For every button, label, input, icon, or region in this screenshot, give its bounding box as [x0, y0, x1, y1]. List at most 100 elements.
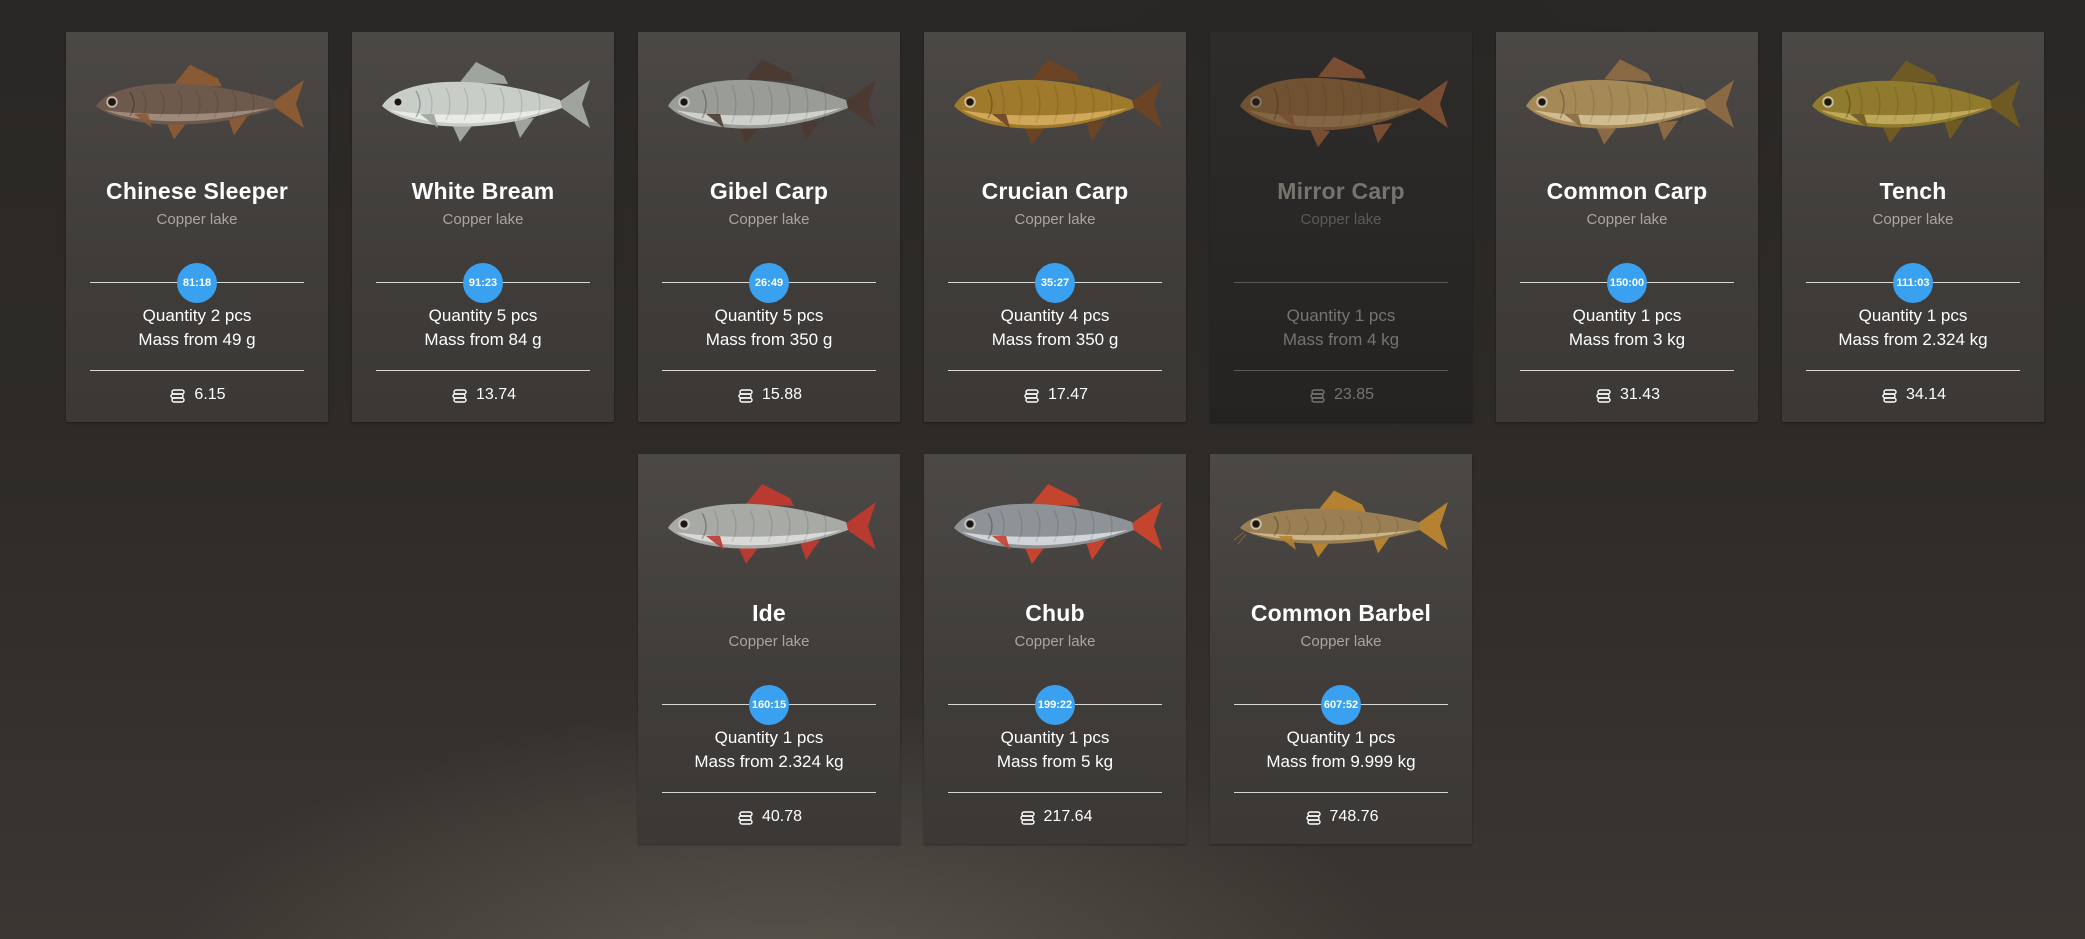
- price-row: 17.47: [924, 386, 1186, 404]
- crucian-carp-fish-icon: [940, 52, 1170, 152]
- fish-card[interactable]: Chinese Sleeper Copper lake 81:18 Quantity …: [66, 32, 328, 422]
- fish-name: Common Carp: [1546, 178, 1708, 204]
- price-divider: [376, 370, 590, 371]
- fish-location: Copper lake: [728, 633, 810, 650]
- fish-card[interactable]: White Bream Copper lake 91:23 Quantity 5 pc…: [352, 32, 614, 422]
- timer-badge: 35:27: [1035, 263, 1075, 303]
- price-divider: [1234, 792, 1448, 793]
- fish-price: 748.76: [1329, 808, 1379, 825]
- timer-badge: 81:18: [177, 263, 217, 303]
- fish-card[interactable]: Tench Copper lake 111:03 Quantity 1 pcs Mass…: [1782, 32, 2044, 422]
- price-row: 34.14: [1782, 386, 2044, 404]
- fish-location: Copper lake: [1014, 211, 1096, 228]
- fish-card[interactable]: Mirror Carp Copper lake Quantity 1 pcs Mass…: [1210, 32, 1472, 422]
- coin-stack-icon: [450, 387, 468, 403]
- fish-location: Copper lake: [1586, 211, 1668, 228]
- common-barbel-fish-icon: [1226, 474, 1456, 574]
- fish-location: Copper lake: [1014, 633, 1096, 650]
- fish-price: 6.15: [194, 386, 226, 403]
- fish-price: 15.88: [761, 386, 803, 403]
- price-divider: [1234, 370, 1448, 371]
- fish-mass: Mass from 4 kg: [1282, 330, 1400, 349]
- price-divider: [948, 792, 1162, 793]
- coin-stack-icon: [736, 387, 754, 403]
- mirror-carp-fish-icon: [1226, 52, 1456, 152]
- fish-quantity: Quantity 1 pcs: [1286, 728, 1396, 747]
- fish-quantity: Quantity 4 pcs: [1000, 306, 1110, 325]
- fish-card[interactable]: Crucian Carp Copper lake 35:27 Quantity 4 p…: [924, 32, 1186, 422]
- fish-name: Common Barbel: [1250, 600, 1432, 626]
- fish-card[interactable]: Ide Copper lake 160:15 Quantity 1 pcs Mass f…: [638, 454, 900, 844]
- fish-price: 17.47: [1047, 386, 1089, 403]
- timer-badge: 150:00: [1607, 263, 1647, 303]
- fish-card-grid: Chinese Sleeper Copper lake 81:18 Quantity …: [0, 0, 2085, 939]
- fish-mass: Mass from 350 g: [705, 330, 833, 349]
- fish-location: Copper lake: [728, 211, 810, 228]
- price-row: 748.76: [1210, 808, 1472, 826]
- fish-mass: Mass from 5 kg: [996, 752, 1114, 771]
- fish-location: Copper lake: [1872, 211, 1954, 228]
- coin-stack-icon: [1022, 387, 1040, 403]
- fish-name: Crucian Carp: [981, 178, 1129, 204]
- fish-card[interactable]: Common Carp Copper lake 150:00 Quantity 1 p…: [1496, 32, 1758, 422]
- fish-mass: Mass from 9.999 kg: [1266, 752, 1416, 771]
- fish-quantity: Quantity 1 pcs: [714, 728, 824, 747]
- fish-name: Chub: [1025, 600, 1085, 626]
- fish-location: Copper lake: [442, 211, 524, 228]
- fish-price: 217.64: [1043, 808, 1093, 825]
- fish-location: Copper lake: [1300, 633, 1382, 650]
- price-row: 6.15: [66, 386, 328, 404]
- fish-quantity: Quantity 1 pcs: [1286, 306, 1396, 325]
- fish-name: Mirror Carp: [1277, 178, 1405, 204]
- timer-badge: 26:49: [749, 263, 789, 303]
- fish-price: 40.78: [761, 808, 803, 825]
- fish-mass: Mass from 350 g: [991, 330, 1119, 349]
- white-bream-fish-icon: [368, 52, 598, 152]
- fish-quantity: Quantity 5 pcs: [428, 306, 538, 325]
- fish-mass: Mass from 49 g: [138, 330, 256, 349]
- fish-name: Chinese Sleeper: [106, 178, 288, 204]
- price-divider: [1806, 370, 2020, 371]
- fish-name: Gibel Carp: [709, 178, 829, 204]
- fish-card[interactable]: Chub Copper lake 199:22 Quantity 1 pcs Mass …: [924, 454, 1186, 844]
- fish-mass: Mass from 3 kg: [1568, 330, 1686, 349]
- common-carp-fish-icon: [1512, 52, 1742, 152]
- price-row: 31.43: [1496, 386, 1758, 404]
- coin-stack-icon: [736, 809, 754, 825]
- fish-mass: Mass from 2.324 kg: [694, 752, 844, 771]
- fish-quantity: Quantity 1 pcs: [1572, 306, 1682, 325]
- fish-price: 13.74: [475, 386, 517, 403]
- timer-divider: [1234, 282, 1448, 283]
- fish-name: Ide: [752, 600, 786, 626]
- fish-name: Tench: [1879, 178, 1947, 204]
- fish-quantity: Quantity 5 pcs: [714, 306, 824, 325]
- fish-quantity: Quantity 1 pcs: [1858, 306, 1968, 325]
- coin-stack-icon: [1304, 809, 1322, 825]
- price-divider: [662, 370, 876, 371]
- chub-fish-icon: [940, 474, 1170, 574]
- fish-price: 34.14: [1905, 386, 1947, 403]
- fish-price: 31.43: [1619, 386, 1661, 403]
- price-row: 13.74: [352, 386, 614, 404]
- fish-location: Copper lake: [1300, 211, 1382, 228]
- fish-name: White Bream: [411, 178, 555, 204]
- price-divider: [1520, 370, 1734, 371]
- fish-quantity: Quantity 1 pcs: [1000, 728, 1110, 747]
- fish-card[interactable]: Gibel Carp Copper lake 26:49 Quantity 5 pcs…: [638, 32, 900, 422]
- price-divider: [662, 792, 876, 793]
- coin-stack-icon: [1594, 387, 1612, 403]
- price-row: 40.78: [638, 808, 900, 826]
- price-row: 15.88: [638, 386, 900, 404]
- fish-quantity: Quantity 2 pcs: [142, 306, 252, 325]
- fish-price: 23.85: [1333, 386, 1375, 403]
- coin-stack-icon: [1308, 387, 1326, 403]
- gibel-carp-fish-icon: [654, 52, 884, 152]
- fish-mass: Mass from 2.324 kg: [1838, 330, 1988, 349]
- timer-badge: 91:23: [463, 263, 503, 303]
- tench-fish-icon: [1798, 52, 2028, 152]
- fish-location: Copper lake: [156, 211, 238, 228]
- timer-badge: 199:22: [1035, 685, 1075, 725]
- fish-card[interactable]: Common Barbel Copper lake 607:52 Quantity 1…: [1210, 454, 1472, 844]
- price-row: 23.85: [1210, 386, 1472, 404]
- coin-stack-icon: [168, 387, 186, 403]
